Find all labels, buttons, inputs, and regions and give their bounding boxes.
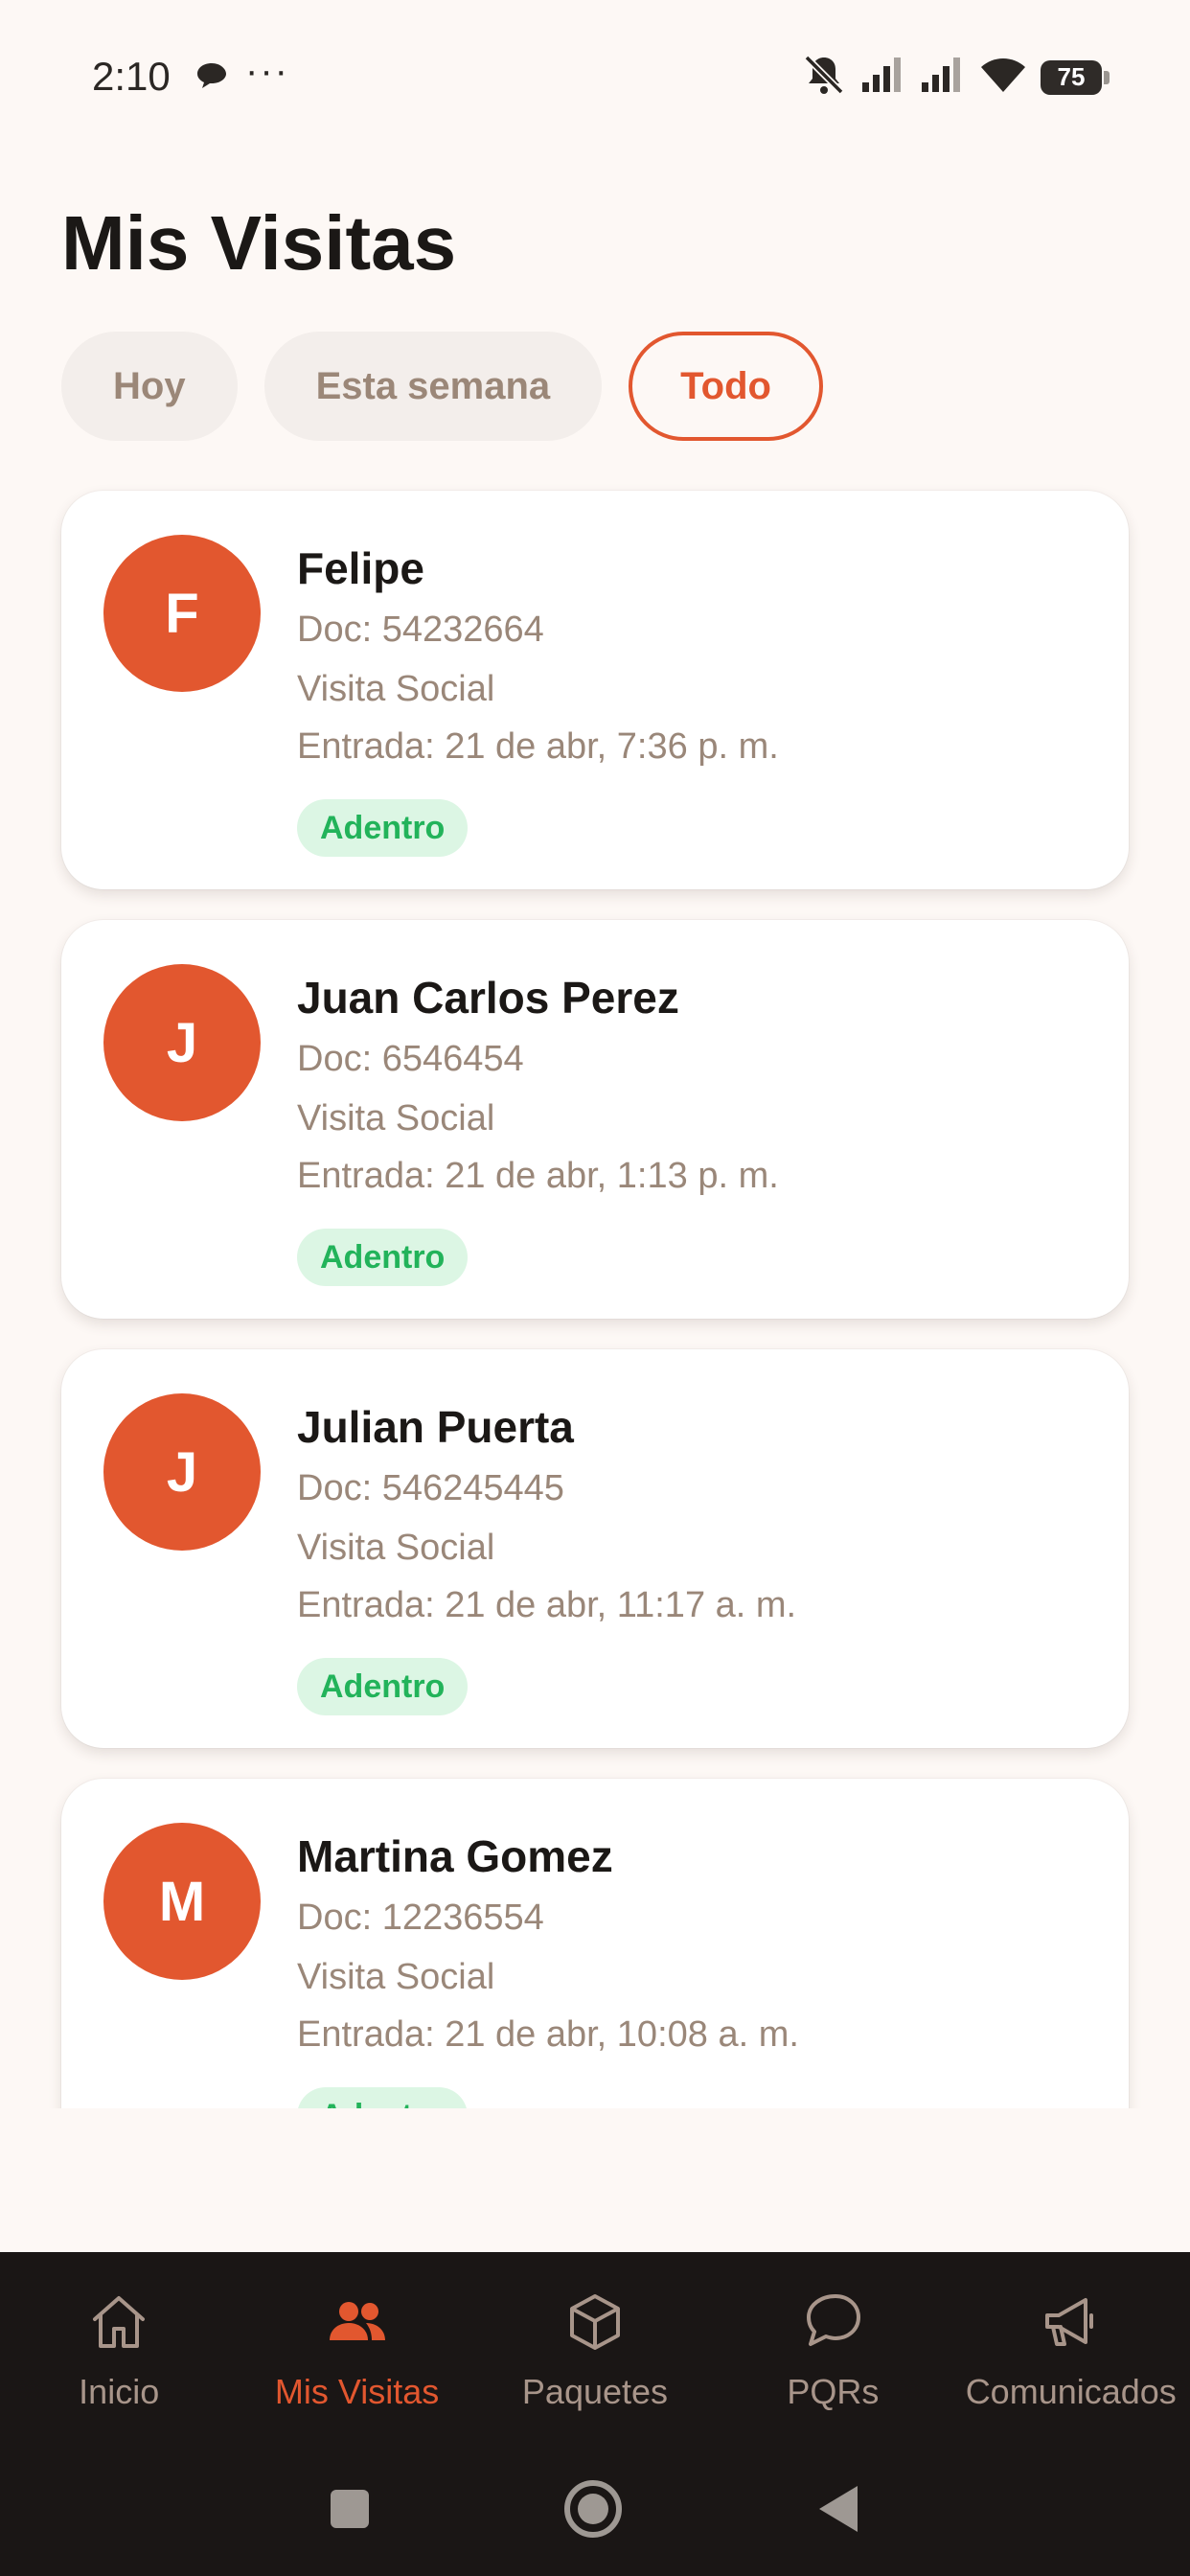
visitor-document: Doc: 12236554	[297, 1898, 544, 1938]
filter-chips: Hoy Esta semana Todo	[61, 332, 823, 441]
visit-type: Visita Social	[297, 1957, 495, 1997]
entry-time: Entrada: 21 de abr, 11:17 a. m.	[297, 1585, 797, 1625]
home-button[interactable]	[562, 2478, 624, 2544]
entry-time: Entrada: 21 de abr, 10:08 a. m.	[297, 2014, 799, 2055]
people-icon	[324, 2288, 391, 2360]
avatar: M	[103, 1823, 261, 1980]
visit-card[interactable]: F Felipe Doc: 54232664 Visita Social Ent…	[61, 491, 1129, 889]
status-badge: Adentro	[297, 1229, 469, 1286]
filter-all-chip[interactable]: Todo	[629, 332, 823, 441]
visit-type: Visita Social	[297, 669, 495, 709]
nav-label: Mis Visitas	[274, 2372, 440, 2411]
entry-time: Entrada: 21 de abr, 7:36 p. m.	[297, 726, 779, 767]
nav-item-mis-visitas[interactable]: Mis Visitas	[238, 2252, 475, 2444]
bottom-navigation: Inicio Mis Visitas Paquetes PQRs Comunic…	[0, 2252, 1190, 2576]
visit-list[interactable]: F Felipe Doc: 54232664 Visita Social Ent…	[0, 479, 1190, 2108]
recents-button[interactable]	[329, 2488, 371, 2535]
visitor-document: Doc: 54232664	[297, 610, 544, 650]
avatar: J	[103, 1393, 261, 1551]
filter-week-chip[interactable]: Esta semana	[263, 332, 603, 441]
status-badge: Adentro	[297, 1658, 469, 1715]
visit-card[interactable]: J Juan Carlos Perez Doc: 6546454 Visita …	[61, 920, 1129, 1319]
visitor-name: Julian Puerta	[297, 1402, 574, 1452]
status-badge: Adentro	[297, 799, 469, 857]
status-badge: Adentro	[297, 2087, 469, 2108]
home-icon	[85, 2288, 152, 2360]
visit-type: Visita Social	[297, 1528, 495, 1568]
nav-label: Paquetes	[521, 2372, 669, 2411]
status-bar: 2:10 ··· 75	[0, 0, 1190, 153]
back-button[interactable]	[815, 2484, 861, 2539]
entry-time: Entrada: 21 de abr, 1:13 p. m.	[297, 1156, 779, 1196]
nav-item-inicio[interactable]: Inicio	[0, 2252, 238, 2444]
nav-label: Comunicados	[965, 2372, 1177, 2411]
avatar: J	[103, 964, 261, 1121]
megaphone-icon	[1038, 2288, 1105, 2360]
nav-item-comunicados[interactable]: Comunicados	[952, 2252, 1190, 2444]
visitor-name: Juan Carlos Perez	[297, 973, 679, 1023]
battery-icon: 75	[1041, 59, 1110, 95]
bell-off-icon	[801, 54, 847, 101]
nav-label: Inicio	[79, 2372, 160, 2411]
visit-card[interactable]: J Julian Puerta Doc: 546245445 Visita So…	[61, 1349, 1129, 1748]
visitor-name: Martina Gomez	[297, 1831, 613, 1881]
filter-today-chip[interactable]: Hoy	[61, 332, 238, 441]
nav-label: PQRs	[787, 2372, 880, 2411]
package-icon	[561, 2288, 629, 2360]
status-icons: 75	[801, 54, 1110, 101]
visitor-name: Felipe	[297, 543, 424, 593]
status-time: 2:10	[92, 54, 171, 99]
chat-bubble-icon	[195, 61, 228, 95]
signal-icon	[860, 56, 906, 99]
nav-item-pqrs[interactable]: PQRs	[714, 2252, 951, 2444]
wifi-icon	[979, 56, 1027, 99]
visit-card[interactable]: M Martina Gomez Doc: 12236554 Visita Soc…	[61, 1779, 1129, 2108]
system-navigation-bar	[0, 2463, 1190, 2559]
page-title: Mis Visitas	[61, 200, 457, 286]
nav-item-paquetes[interactable]: Paquetes	[476, 2252, 714, 2444]
chat-icon	[799, 2288, 866, 2360]
visitor-document: Doc: 6546454	[297, 1039, 524, 1079]
visitor-document: Doc: 546245445	[297, 1468, 564, 1508]
visit-type: Visita Social	[297, 1098, 495, 1138]
avatar: F	[103, 535, 261, 692]
more-notifications-indicator: ···	[245, 50, 289, 92]
signal-icon	[920, 56, 966, 99]
